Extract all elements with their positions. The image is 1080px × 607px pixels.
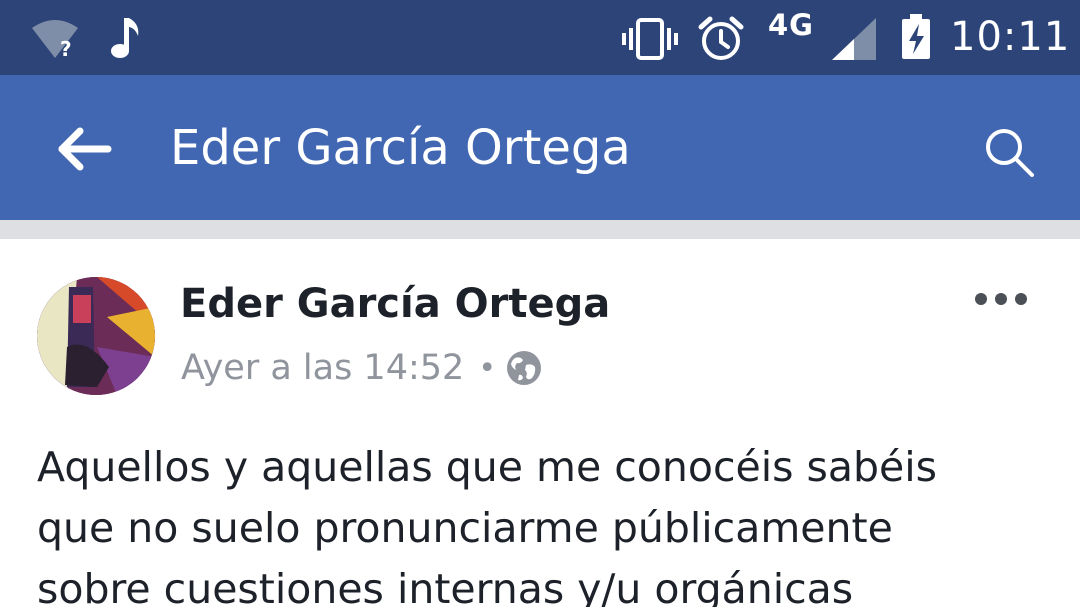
search-button[interactable] — [982, 125, 1036, 179]
search-icon — [986, 129, 1034, 177]
battery-charging-icon — [900, 14, 932, 64]
svg-text:?: ? — [60, 37, 72, 60]
post-text-line: sobre cuestiones internas y/u orgánicas — [37, 565, 854, 607]
post-options-button[interactable] — [972, 286, 1030, 312]
post-text-line: que no suelo pronunciarme públicamente — [37, 504, 893, 552]
clock-time: 10:11 — [950, 14, 1071, 60]
vibrate-icon — [622, 18, 678, 64]
post-text-line: Aquellos y aquellas que me conocéis sabé… — [37, 443, 937, 491]
meta-separator: • — [478, 350, 497, 386]
post-text: Aquellos y aquellas que me conocéis sabé… — [37, 437, 1057, 607]
music-note-icon — [110, 16, 144, 64]
back-button[interactable] — [56, 127, 112, 171]
more-dots-icon — [975, 293, 1027, 305]
post-meta: Ayer a las 14:52 • — [181, 345, 542, 391]
alarm-clock-icon — [698, 16, 744, 66]
post-author-name[interactable]: Eder García Ortega — [180, 281, 610, 327]
profile-picture-icon — [37, 277, 155, 395]
arrow-left-icon — [58, 127, 112, 171]
screen: ? 4G 10:11 Eder García Ortega Eder Garcí… — [0, 0, 1080, 607]
feed-separator — [0, 220, 1080, 239]
status-bar: ? 4G 10:11 — [0, 0, 1080, 75]
network-type: 4G — [768, 8, 814, 42]
wifi-unknown-icon: ? — [30, 18, 80, 64]
avatar[interactable] — [37, 277, 155, 395]
post-timestamp[interactable]: Ayer a las 14:52 — [181, 348, 464, 388]
cell-signal-icon — [830, 16, 878, 66]
app-bar: Eder García Ortega — [0, 75, 1080, 220]
page-title: Eder García Ortega — [170, 120, 631, 176]
globe-icon — [507, 351, 542, 385]
